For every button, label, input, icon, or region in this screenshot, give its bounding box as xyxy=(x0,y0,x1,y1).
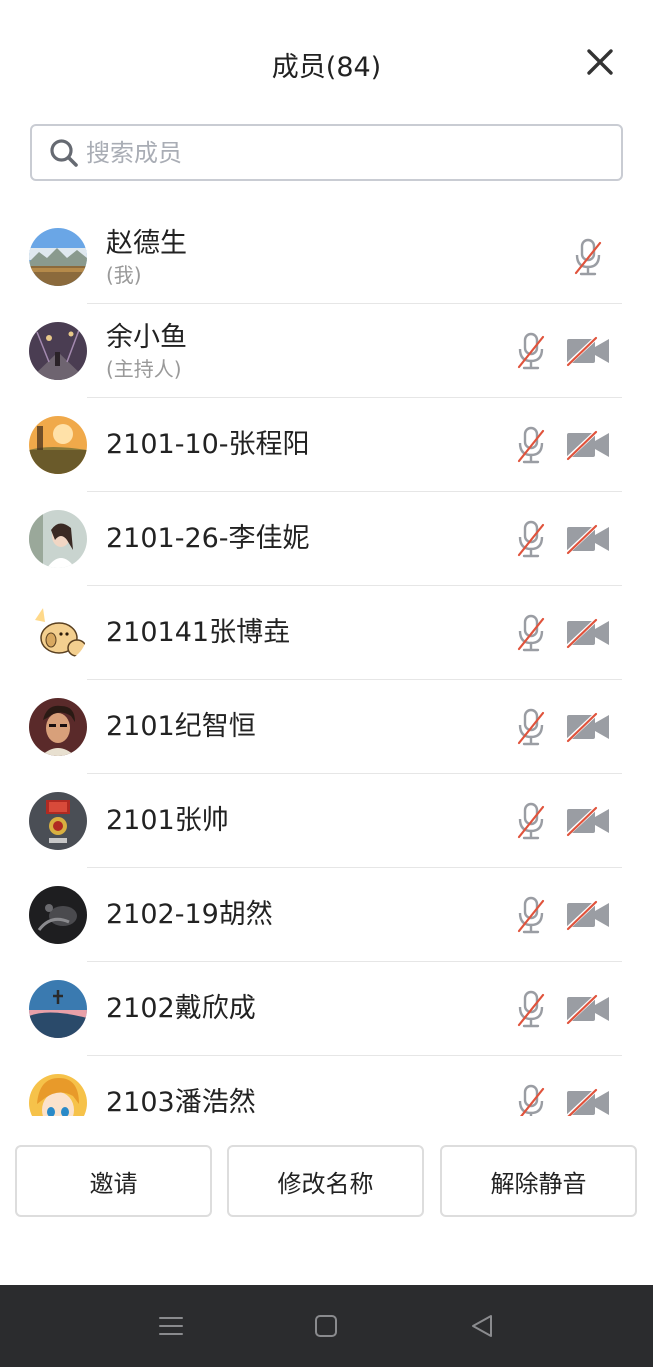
member-row[interactable]: 赵德生 (我) xyxy=(0,210,653,304)
member-name-block: 2102-19胡然 xyxy=(106,868,273,962)
mic-muted-icon[interactable] xyxy=(513,519,549,559)
mic-muted-icon[interactable] xyxy=(513,1083,549,1116)
camera-off-icon[interactable] xyxy=(565,617,611,649)
member-role: (主持人) xyxy=(106,357,182,381)
anime-girl-avatar xyxy=(29,1074,87,1116)
mic-muted-icon[interactable] xyxy=(513,989,549,1029)
member-row[interactable]: 余小鱼 (主持人) xyxy=(0,304,653,398)
dark-photo-avatar xyxy=(29,886,87,944)
member-name: 210141张博垚 xyxy=(106,617,291,648)
night-street-avatar xyxy=(29,322,87,380)
camera-off-icon[interactable] xyxy=(565,523,611,555)
mic-muted-icon[interactable] xyxy=(513,895,549,935)
girl-photo-avatar xyxy=(29,510,87,568)
sunset-avatar xyxy=(29,416,87,474)
member-row[interactable]: 210141张博垚 xyxy=(0,586,653,680)
member-name-block: 2102戴欣成 xyxy=(106,962,256,1056)
member-role: (我) xyxy=(106,263,142,287)
member-name: 2103潘浩然 xyxy=(106,1087,256,1116)
camera-off-icon[interactable] xyxy=(565,899,611,931)
member-name: 余小鱼 xyxy=(106,322,187,353)
member-name-block: 210141张博垚 xyxy=(106,586,290,680)
member-row[interactable]: 2101-26-李佳妮 xyxy=(0,492,653,586)
invite-button[interactable]: 邀请 xyxy=(15,1145,212,1217)
member-row[interactable]: 2101张帅 xyxy=(0,774,653,868)
member-name-block: 2101张帅 xyxy=(106,774,229,868)
member-name-block: 2101-10-张程阳 xyxy=(106,398,310,492)
members-panel: 成员(84) 赵德生 (我) 余小鱼 (主持人) 2101-10-张程阳 2101-26-… xyxy=(0,0,653,1285)
anime-man-avatar xyxy=(29,698,87,756)
mic-muted-icon[interactable] xyxy=(513,707,549,747)
rename-button[interactable]: 修改名称 xyxy=(227,1145,424,1217)
member-row[interactable]: 2103潘浩然 xyxy=(0,1056,653,1116)
close-button[interactable] xyxy=(578,40,622,84)
action-bar: 邀请 修改名称 解除静音 xyxy=(0,1145,653,1219)
camera-off-icon[interactable] xyxy=(565,711,611,743)
member-name: 赵德生 xyxy=(106,228,187,259)
mic-muted-icon[interactable] xyxy=(513,801,549,841)
mic-muted-icon[interactable] xyxy=(513,425,549,465)
member-list[interactable]: 赵德生 (我) 余小鱼 (主持人) 2101-10-张程阳 2101-26-李佳妮 2101… xyxy=(0,210,653,1116)
panel-header: 成员(84) xyxy=(0,0,653,120)
mic-muted-icon[interactable] xyxy=(570,237,606,277)
member-name: 2101-26-李佳妮 xyxy=(106,523,310,554)
camera-off-icon[interactable] xyxy=(565,1087,611,1116)
member-row[interactable]: 2102-19胡然 xyxy=(0,868,653,962)
cartoon-dog-avatar xyxy=(29,604,87,662)
member-name-block: 2101纪智恒 xyxy=(106,680,256,774)
mic-muted-icon[interactable] xyxy=(513,613,549,653)
search-input[interactable] xyxy=(86,132,566,173)
page-title: 成员(84) xyxy=(271,52,382,83)
unmute-button[interactable]: 解除静音 xyxy=(440,1145,637,1217)
member-name-block: 2103潘浩然 xyxy=(106,1056,256,1116)
camera-off-icon[interactable] xyxy=(565,993,611,1025)
member-name: 2101张帅 xyxy=(106,805,229,836)
mic-muted-icon[interactable] xyxy=(513,331,549,371)
sky-photo-avatar xyxy=(29,980,87,1038)
member-name-block: 2101-26-李佳妮 xyxy=(106,492,310,586)
member-name: 2101纪智恒 xyxy=(106,711,256,742)
system-navigation-bar xyxy=(0,1285,653,1367)
member-name: 2102-19胡然 xyxy=(106,899,273,930)
camera-off-icon[interactable] xyxy=(565,429,611,461)
home-icon[interactable] xyxy=(311,1311,341,1341)
close-icon xyxy=(587,49,613,75)
camera-off-icon[interactable] xyxy=(565,805,611,837)
medal-avatar xyxy=(29,792,87,850)
member-name: 2101-10-张程阳 xyxy=(106,429,310,460)
member-row[interactable]: 2101纪智恒 xyxy=(0,680,653,774)
menu-icon[interactable] xyxy=(156,1311,186,1341)
member-name-block: 赵德生 (我) xyxy=(106,210,187,304)
search-icon xyxy=(50,138,78,167)
member-name-block: 余小鱼 (主持人) xyxy=(106,304,187,398)
landscape-avatar xyxy=(29,228,87,286)
back-icon[interactable] xyxy=(467,1311,497,1341)
member-name: 2102戴欣成 xyxy=(106,993,256,1024)
member-row[interactable]: 2102戴欣成 xyxy=(0,962,653,1056)
search-box[interactable] xyxy=(30,124,623,181)
camera-off-icon[interactable] xyxy=(565,335,611,367)
member-row[interactable]: 2101-10-张程阳 xyxy=(0,398,653,492)
